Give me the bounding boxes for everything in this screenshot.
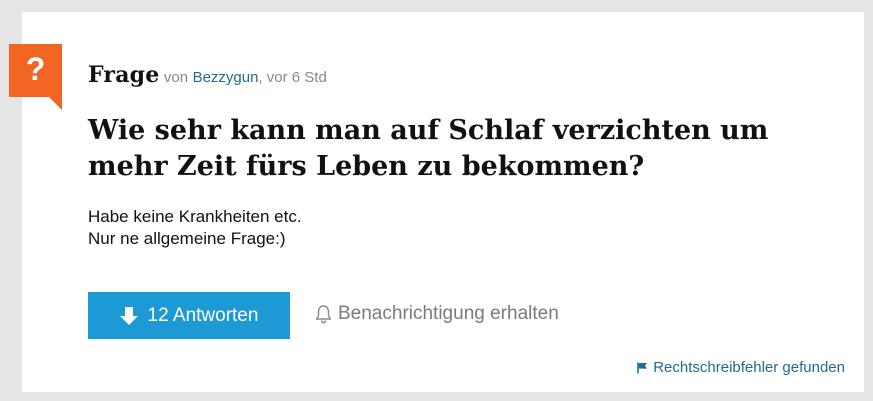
answers-button-label: 12 Antworten <box>147 304 259 326</box>
question-mark-icon: ? <box>9 44 62 110</box>
arrow-down-icon <box>119 306 138 325</box>
question-badge: ? <box>9 44 62 110</box>
answers-button[interactable]: 12 Antworten <box>88 292 290 339</box>
question-meta: Frage von Bezzygun, vor 6 Std <box>88 62 327 88</box>
flag-icon <box>637 362 648 373</box>
question-body: Habe keine Krankheiten etc. Nur ne allge… <box>88 206 302 250</box>
question-body-line: Habe keine Krankheiten etc. <box>88 207 302 226</box>
question-type-label: Frage <box>88 62 160 88</box>
report-typo-link[interactable]: Rechtschreibfehler gefunden <box>637 359 845 376</box>
author-link[interactable]: Bezzygun <box>193 69 259 86</box>
notification-label: Benachrichtigung erhalten <box>338 303 559 324</box>
question-body-line: Nur ne allgemeine Frage:) <box>88 229 286 248</box>
author-prefix: von <box>163 69 189 86</box>
svg-text:?: ? <box>26 51 46 87</box>
report-typo-label: Rechtschreibfehler gefunden <box>653 359 845 376</box>
bell-icon <box>315 305 332 324</box>
notification-button[interactable]: Benachrichtigung erhalten <box>315 303 559 325</box>
question-title: Wie sehr kann man auf Schlaf verzichten … <box>88 115 769 182</box>
post-time: , vor 6 Std <box>258 69 327 86</box>
